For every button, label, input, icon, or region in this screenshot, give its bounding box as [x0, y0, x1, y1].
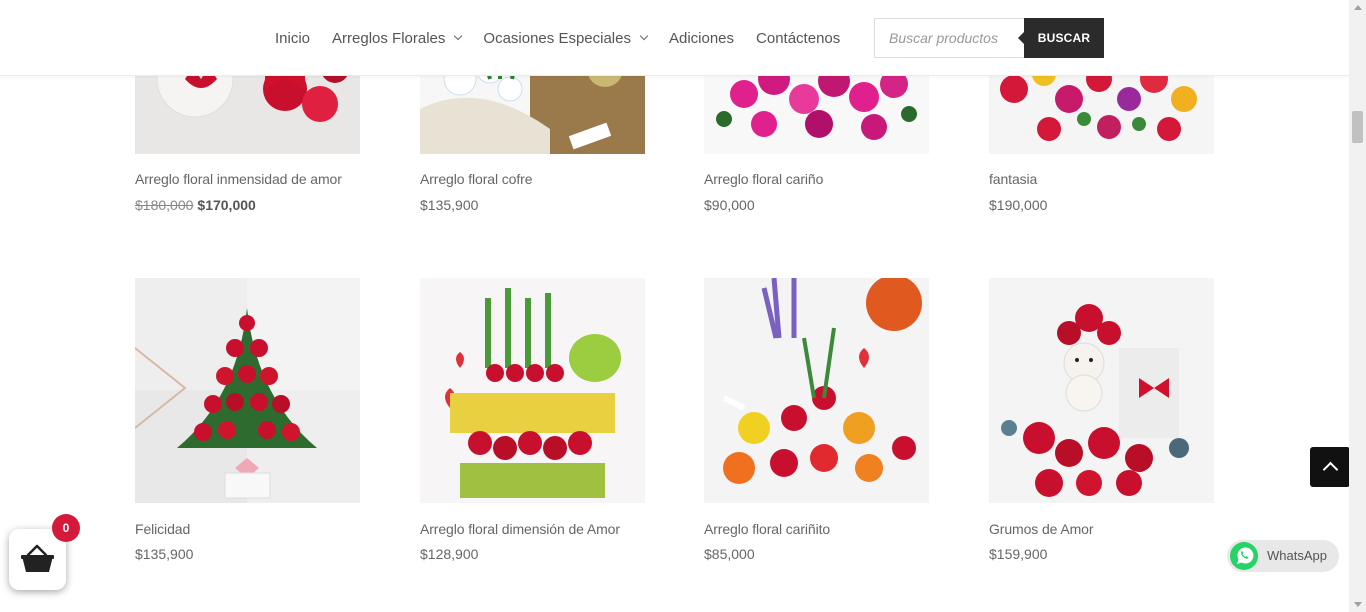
nav-item-contactenos[interactable]: Contáctenos — [756, 30, 840, 47]
scroll-up-arrow-icon[interactable] — [1354, 5, 1362, 10]
product-name[interactable]: Arreglo floral cariño — [704, 171, 823, 187]
nav-label: Arreglos Florales — [332, 29, 446, 47]
product-name[interactable]: fantasia — [989, 171, 1037, 187]
search-input[interactable] — [874, 18, 1024, 58]
product-image[interactable] — [420, 278, 645, 503]
product-name[interactable]: Felicidad — [135, 521, 190, 537]
site-header: Inicio Arreglos Florales Ocasiones Espec… — [0, 0, 1349, 76]
nav-item-arreglos-florales[interactable]: Arreglos Florales — [332, 29, 463, 47]
main-nav: Inicio Arreglos Florales Ocasiones Espec… — [275, 0, 862, 76]
old-price: $180,000 — [135, 197, 194, 213]
whatsapp-icon — [1230, 542, 1258, 570]
product-image[interactable] — [704, 278, 929, 503]
nav-label: Contáctenos — [756, 29, 841, 47]
nav-item-inicio[interactable]: Inicio — [275, 30, 310, 47]
nav-item-ocasiones-especiales[interactable]: Ocasiones Especiales — [483, 29, 649, 47]
nav-label: Adiciones — [668, 29, 735, 47]
chevron-down-icon — [639, 31, 649, 41]
cart-count-badge: 0 — [52, 514, 80, 542]
product-image[interactable] — [989, 278, 1214, 503]
product-price: $128,900 — [420, 546, 479, 562]
page-scrollbar[interactable] — [1349, 0, 1366, 612]
product-name[interactable]: Arreglo floral cariñito — [704, 521, 830, 537]
product-price: $190,000 — [989, 197, 1048, 213]
product-search: BUSCAR — [874, 18, 1104, 58]
product-name[interactable]: Grumos de Amor — [989, 521, 1094, 537]
page: Arreglo floral inmensidad de amor $180,0… — [0, 0, 1366, 612]
product-price: $135,900 — [420, 197, 479, 213]
product-price: $135,900 — [135, 546, 194, 562]
back-to-top-button[interactable] — [1310, 447, 1350, 487]
search-button[interactable]: BUSCAR — [1018, 18, 1104, 58]
product-price: $90,000 — [704, 197, 755, 213]
chevron-down-icon — [454, 31, 463, 41]
nav-label: Ocasiones Especiales — [483, 29, 631, 47]
product-price: $180,000 $170,000 — [135, 197, 256, 213]
whatsapp-button[interactable]: WhatsApp — [1227, 540, 1339, 572]
product-price: $85,000 — [704, 546, 755, 562]
chevron-up-icon — [1322, 461, 1338, 478]
nav-item-adiciones[interactable]: Adiciones — [669, 30, 734, 47]
scroll-down-arrow-icon[interactable] — [1354, 602, 1362, 607]
scroll-thumb[interactable] — [1352, 111, 1363, 143]
product-image[interactable] — [135, 278, 360, 503]
sale-price: $170,000 — [197, 197, 256, 213]
nav-label: Inicio — [275, 29, 311, 47]
product-name[interactable]: Arreglo floral cofre — [420, 171, 532, 187]
product-name[interactable]: Arreglo floral dimensión de Amor — [420, 521, 620, 537]
product-price: $159,900 — [989, 546, 1048, 562]
product-name[interactable]: Arreglo floral inmensidad de amor — [135, 171, 342, 187]
whatsapp-label: WhatsApp — [1267, 548, 1327, 563]
